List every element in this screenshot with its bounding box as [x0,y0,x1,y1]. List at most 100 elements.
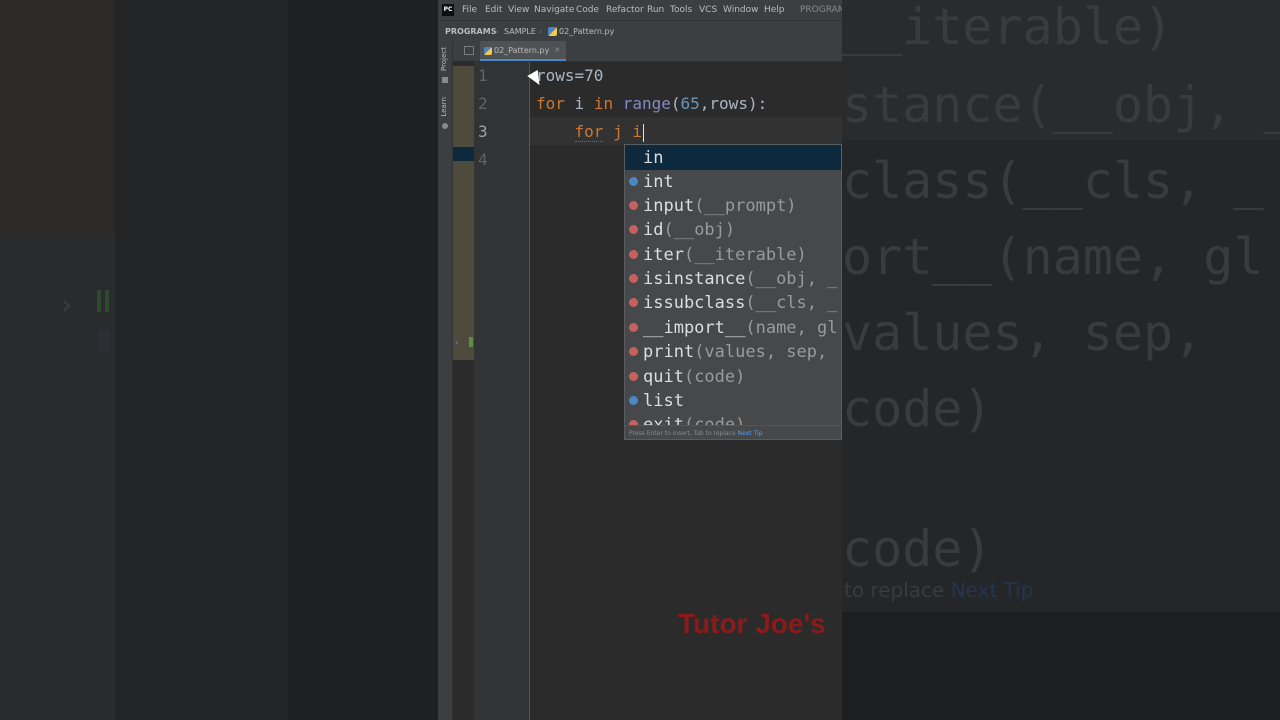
code-text: j i [603,122,642,141]
tab-02-pattern[interactable]: 02_Pattern.py × [480,41,566,61]
function-icon [629,323,638,332]
completion-hint: Press Enter to insert, Tab to replace Ne… [625,425,841,439]
breadcrumb-folder[interactable]: SAMPLE [504,27,536,36]
menu-run[interactable]: Run [647,5,664,15]
class-icon [629,177,638,186]
pycharm-logo-icon: PC [442,4,454,16]
completion-name: isinstance [643,269,746,289]
completion-item[interactable]: int [625,170,841,194]
bg-code-line: values, sep, [842,304,1204,362]
bg-bottom [842,612,1280,720]
bg-tip: to replace Next Tip [844,578,1034,602]
bg-code-line: stance(__obj, _ [842,76,1280,134]
function-icon [629,274,638,283]
bg-code-line: ort__(name, gl [842,228,1264,286]
completion-item[interactable]: in [625,146,841,170]
completion-item-name: isinstance(__obj, _ [643,267,837,291]
completion-name: input [643,196,695,216]
function-icon [629,201,638,210]
code-text: rows=70 [536,66,604,85]
code-line-1: rows=70 [536,62,603,90]
completion-item[interactable]: issubclass(__cls, _ [625,291,841,315]
project-title: PROGRAM [800,5,842,15]
completion-name: iter [643,245,684,265]
function-icon [629,372,638,381]
breadcrumb-file[interactable]: 02_Pattern.py [559,27,614,36]
menu-edit[interactable]: Edit [485,5,502,15]
completion-name: id [643,220,664,240]
completion-name: list [643,391,684,411]
close-icon[interactable]: × [554,45,561,54]
menu-vcs[interactable]: VCS [699,5,717,15]
bg-code-line: code) [842,520,993,578]
completion-item-name: int [643,170,674,194]
completion-item-name: input(__prompt) [643,194,797,218]
learn-tool-button[interactable]: Learn [440,97,448,117]
completion-item[interactable]: isinstance(__obj, _ [625,267,841,291]
menu-refactor[interactable]: Refactor [606,5,644,15]
menu-code[interactable]: Code [576,5,599,15]
bg-code-line: __iterable) [842,0,1174,56]
line-number: 1 [478,66,488,85]
completion-item[interactable]: list [625,389,841,413]
completion-params: (__obj, _ [745,269,838,289]
breadcrumb-separator: › [539,27,543,36]
function-icon [629,298,638,307]
run-arrow-icon[interactable]: › [455,338,458,347]
completion-params: (__iterable) [683,245,807,265]
keyword-in: in [593,94,614,113]
project-tool-button[interactable]: Project [440,47,448,71]
menu-help[interactable]: Help [764,5,785,15]
menu-view[interactable]: View [508,5,529,15]
code-line-3: for j i [536,118,644,146]
menu-tools[interactable]: Tools [670,5,692,15]
completion-item[interactable]: print(values, sep, [625,340,841,364]
menu-navigate[interactable]: Navigate [534,5,574,15]
left-tool-strip: Project Learn [438,41,453,720]
project-tree-selection [453,147,474,161]
completion-item-name: id(__obj) [643,218,735,242]
completion-params: (code) [683,367,746,387]
completion-item[interactable]: input(__prompt) [625,194,841,218]
bg-block [0,0,115,235]
completion-item-name: iter(__iterable) [643,243,807,267]
completion-item-name: quit(code) [643,365,745,389]
text-caret [642,123,644,142]
bg-next-tip: Next Tip [950,578,1034,602]
menu-window[interactable]: Window [723,5,759,15]
folder-icon [442,77,448,83]
completion-params: (__prompt) [694,196,797,216]
number-literal: 65 [680,94,700,113]
completion-item[interactable]: iter(__iterable) [625,243,841,267]
bg-run-icon [97,290,109,312]
python-file-icon [548,27,557,36]
line-number: 4 [478,150,488,169]
layout-icon[interactable] [464,46,474,55]
keyword-for: for [536,94,565,113]
line-number-gutter: 1 2 3 4 [474,62,530,720]
function-icon [629,347,638,356]
bg-band [288,0,438,720]
completion-params: (name, gl [745,318,838,338]
run-status-icon [469,337,473,347]
learn-icon [442,123,448,129]
line-number: 3 [478,122,488,141]
completion-params: (values, sep, [694,342,828,362]
menu-file[interactable]: File [462,5,477,15]
completion-item[interactable]: id(__obj) [625,218,841,242]
completion-params: (__obj) [663,220,736,240]
bg-band [115,0,288,720]
completion-item-name: list [643,389,684,413]
code-text: ,rows): [699,94,768,113]
code-line-2: for i in range(65,rows): [536,90,767,118]
bg-tip-text: to replace [844,578,945,602]
completion-params: (__cls, _ [745,293,838,313]
completion-name: __import__ [643,318,746,338]
code-text: ( [670,94,681,113]
completion-item[interactable]: __import__(name, gl [625,316,841,340]
completion-item[interactable]: quit(code) [625,365,841,389]
next-tip-link[interactable]: Next Tip [738,430,763,437]
keyword-for: for [574,122,604,142]
bg-code-line: class(__cls, _ [842,152,1264,210]
breadcrumb-project[interactable]: PROGRAMS [445,27,496,36]
